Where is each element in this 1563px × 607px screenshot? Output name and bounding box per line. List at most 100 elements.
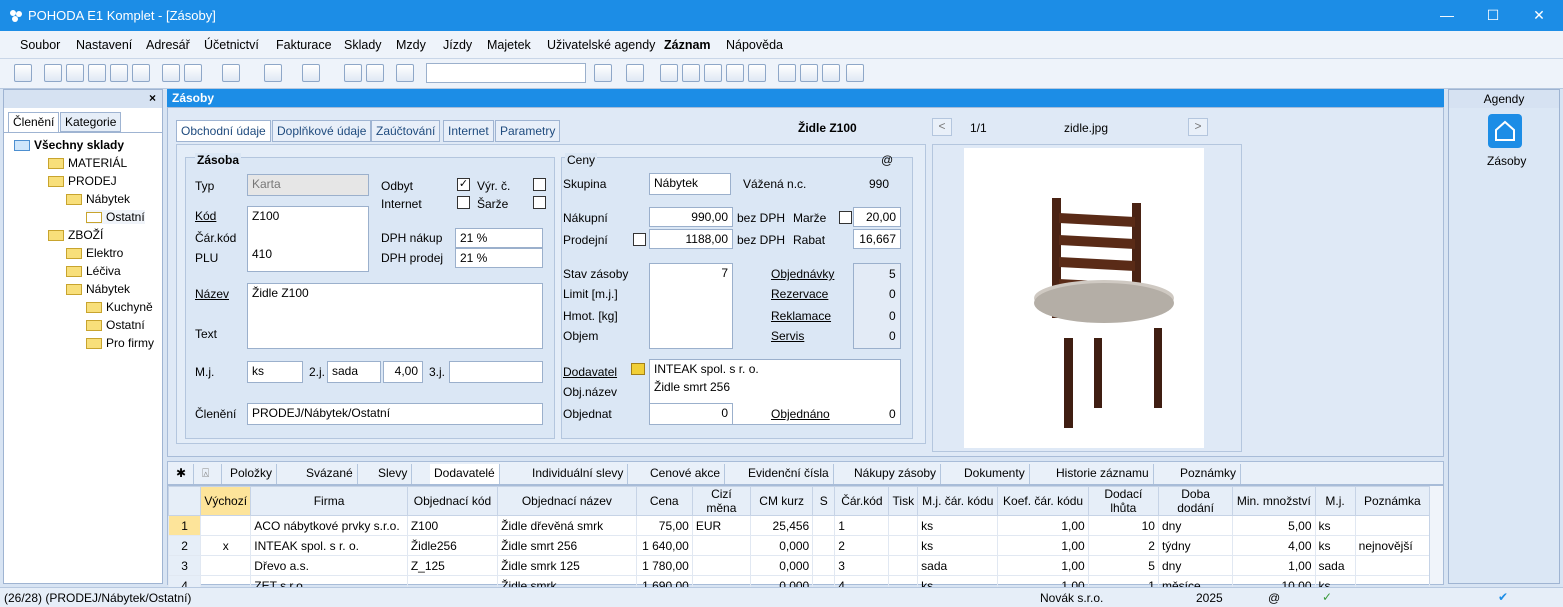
table-cell[interactable]: EUR	[691, 515, 752, 536]
table-cell[interactable]: sada	[917, 555, 999, 576]
menu-jizdy[interactable]: Jízdy	[443, 38, 472, 52]
export-icon[interactable]	[132, 64, 150, 82]
skupina-select[interactable]: Nábytek	[649, 173, 731, 195]
prodejni-field[interactable]: 1188,00	[649, 229, 733, 249]
tab-cenove-akce[interactable]: Cenové akce	[646, 464, 726, 484]
table-cell[interactable]: 2	[1087, 535, 1159, 556]
table-cell[interactable]: 75,00	[635, 515, 693, 536]
tab-nakupy-zasoby[interactable]: Nákupy zásoby	[850, 464, 942, 484]
window-icon[interactable]	[778, 64, 796, 82]
table-cell[interactable]: 4,00	[1232, 535, 1316, 556]
table-cell[interactable]: týdny	[1157, 535, 1234, 556]
col-vychozi[interactable]: Výchozí	[200, 486, 252, 516]
table-cell[interactable]: 5,00	[1232, 515, 1316, 536]
col-mj-car-kodu[interactable]: M.j. čár. kódu	[917, 486, 999, 516]
table-cell[interactable]	[200, 555, 252, 576]
marze-checkbox[interactable]	[839, 211, 852, 224]
tree-item[interactable]: Nábytek	[66, 192, 130, 206]
col-poznamka[interactable]: Poznámka	[1354, 486, 1431, 516]
pdf-icon[interactable]	[110, 64, 128, 82]
copy-icon[interactable]	[44, 64, 62, 82]
zasoby-agenda-icon[interactable]	[1488, 114, 1522, 148]
new-record-icon[interactable]	[162, 64, 180, 82]
close-panel-icon[interactable]: ×	[149, 91, 156, 105]
tree-item[interactable]: MATERIÁL	[48, 156, 127, 170]
objednavky-link[interactable]: Objednávky	[771, 267, 834, 281]
menu-mzdy[interactable]: Mzdy	[396, 38, 426, 52]
tree-item[interactable]: Všechny sklady	[14, 138, 124, 152]
table-cell[interactable]	[888, 535, 919, 556]
col-cena[interactable]: Cena	[635, 486, 693, 516]
tree-item[interactable]: ZBOŽÍ	[48, 228, 103, 242]
window3-icon[interactable]	[822, 64, 840, 82]
col-koef-car-kodu[interactable]: Koef. čár. kódu	[997, 486, 1089, 516]
iban-icon[interactable]	[748, 64, 766, 82]
tree-item[interactable]: Kuchyně	[86, 300, 153, 314]
mj-field[interactable]: ks	[247, 361, 303, 383]
cleneni-field[interactable]: PRODEJ/Nábytek/Ostatní	[247, 403, 543, 425]
cash-icon[interactable]	[660, 64, 678, 82]
dph-prodej-select[interactable]: 21 %	[455, 248, 543, 268]
table-cell[interactable]	[691, 555, 752, 576]
menu-fakturace[interactable]: Fakturace	[276, 38, 332, 52]
tree-item[interactable]: Elektro	[66, 246, 123, 260]
table-cell[interactable]: ks	[1314, 535, 1356, 556]
menu-sklady[interactable]: Sklady	[344, 38, 382, 52]
tab-kategorie[interactable]: Kategorie	[60, 112, 122, 132]
address-book-icon[interactable]	[631, 363, 645, 375]
nazev-field[interactable]: Židle Z100	[247, 283, 543, 349]
menu-nastaveni[interactable]: Nastavení	[76, 38, 132, 52]
table-cell[interactable]: 0,000	[750, 535, 814, 556]
typ-select[interactable]: Karta	[247, 174, 369, 196]
col-s[interactable]: S	[812, 486, 836, 516]
layout-icon[interactable]	[14, 64, 32, 82]
table-cell[interactable]: 5	[1087, 555, 1159, 576]
menu-ucetnictvi[interactable]: Účetnictví	[204, 38, 259, 52]
filter-tab-icon[interactable]: ⍓	[198, 464, 222, 484]
save-icon[interactable]	[344, 64, 362, 82]
mj2-field[interactable]: sada	[327, 361, 381, 383]
table-row[interactable]: 3 Dřevo a.s. Z_125 Židle smrk 125 1 780,00 0,…	[167, 555, 1431, 576]
col-doba-dodani[interactable]: Doba dodání	[1157, 486, 1234, 516]
tab-historie-zaznamu[interactable]: Historie záznamu	[1052, 464, 1154, 484]
table-cell[interactable]: nejnovější	[1354, 535, 1431, 556]
image-prev-button[interactable]: <	[932, 118, 952, 136]
objednano-link[interactable]: Objednáno	[771, 407, 830, 421]
sarze-checkbox[interactable]	[457, 196, 470, 209]
tree-item[interactable]: Nábytek	[66, 282, 130, 296]
table-cell[interactable]: Židle smrt 256	[497, 535, 637, 556]
table-cell[interactable]: dny	[1157, 515, 1234, 536]
table-cell[interactable]: Židle smrk 125	[497, 555, 637, 576]
table-cell[interactable]: 2	[167, 535, 202, 556]
table-cell[interactable]	[1354, 515, 1431, 536]
back-arrow-icon[interactable]	[264, 64, 282, 82]
col-tisk[interactable]: Tisk	[888, 486, 919, 516]
table-cell[interactable]: 1,00	[1232, 555, 1316, 576]
table-cell[interactable]: 3	[167, 555, 202, 576]
table-cell[interactable]: 1	[834, 515, 890, 536]
table-cell[interactable]	[812, 555, 836, 576]
mj3-field[interactable]	[449, 361, 543, 383]
save-all-icon[interactable]	[366, 64, 384, 82]
paste-icon[interactable]	[396, 64, 414, 82]
folder-icon[interactable]	[626, 64, 644, 82]
close-button[interactable]: ✕	[1516, 0, 1562, 31]
table-cell[interactable]: 1,00	[997, 555, 1089, 576]
internet-checkbox[interactable]	[533, 196, 546, 209]
table-cell[interactable]: 1 640,00	[635, 535, 693, 556]
odbyt-checkbox[interactable]	[533, 178, 546, 191]
tab-svazane[interactable]: Svázané	[302, 464, 358, 484]
marze-field[interactable]: 20,00	[853, 207, 901, 227]
col-objednaci-kod[interactable]: Objednací kód	[406, 486, 499, 516]
vyrc-checkbox[interactable]: ✓	[457, 178, 470, 191]
col-cm-kurz[interactable]: CM kurz	[750, 486, 814, 516]
table-cell[interactable]: Dřevo a.s.	[250, 555, 408, 576]
menu-soubor[interactable]: Soubor	[20, 38, 60, 52]
table-cell[interactable]	[812, 515, 836, 536]
dph-nakup-select[interactable]: 21 %	[455, 228, 543, 248]
rezervace-link[interactable]: Rezervace	[771, 287, 828, 301]
star-icon[interactable]: ✱	[172, 464, 194, 484]
tab-slevy[interactable]: Slevy	[374, 464, 413, 484]
print-icon[interactable]	[66, 64, 84, 82]
mj2-value[interactable]: 4,00	[383, 361, 423, 383]
